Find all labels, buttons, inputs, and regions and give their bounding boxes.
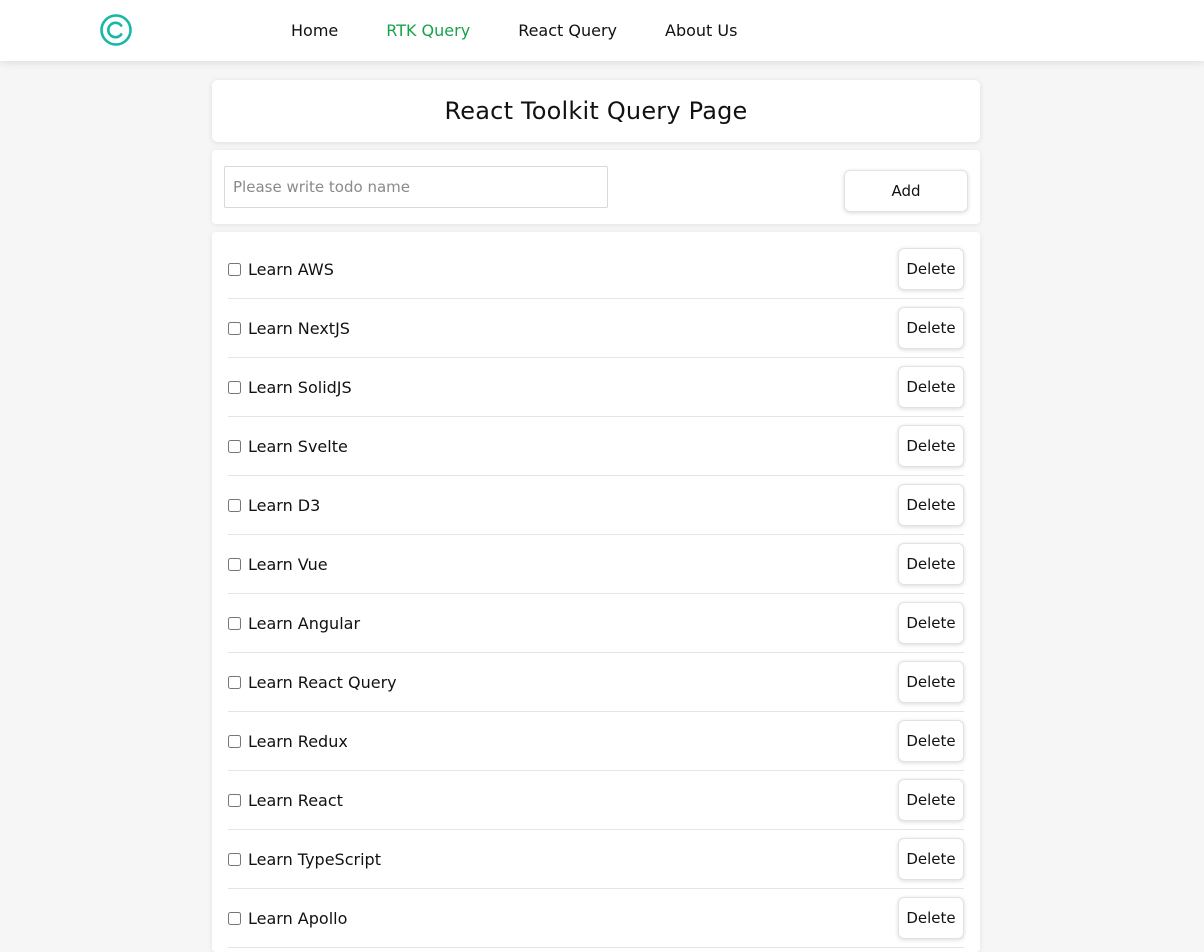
- delete-button[interactable]: Delete: [898, 484, 964, 526]
- todo-item: Learn Redux Delete: [228, 712, 964, 771]
- nav-link-rtk-query[interactable]: RTK Query: [386, 21, 470, 40]
- delete-button[interactable]: Delete: [898, 307, 964, 349]
- delete-button[interactable]: Delete: [898, 602, 964, 644]
- delete-button[interactable]: Delete: [898, 366, 964, 408]
- todo-checkbox[interactable]: [228, 439, 241, 453]
- todo-label: Learn SolidJS: [248, 377, 352, 397]
- copyright-icon[interactable]: [99, 13, 133, 47]
- todo-label: Learn D3: [248, 495, 321, 515]
- add-todo-form: Add: [212, 150, 980, 224]
- todo-label: Learn React: [248, 790, 343, 810]
- todo-checkbox[interactable]: [228, 734, 241, 748]
- todo-item: Learn SolidJS Delete: [228, 358, 964, 417]
- todo-label: Learn AWS: [248, 259, 334, 279]
- todo-item: Learn React Query Delete: [228, 653, 964, 712]
- todo-label: Learn Svelte: [248, 436, 348, 456]
- todo-checkbox[interactable]: [228, 262, 241, 276]
- todo-label: Learn React Query: [248, 672, 397, 692]
- delete-button[interactable]: Delete: [898, 838, 964, 880]
- todo-checkbox[interactable]: [228, 557, 241, 571]
- todo-label: Learn Redux: [248, 731, 348, 751]
- delete-button[interactable]: Delete: [898, 897, 964, 939]
- todo-list-card: Learn AWS Delete Learn NextJS Delete Learn S…: [212, 232, 980, 952]
- nav-link-react-query[interactable]: React Query: [518, 21, 617, 40]
- todo-checkbox[interactable]: [228, 675, 241, 689]
- todo-name-input[interactable]: [224, 166, 608, 208]
- todo-checkbox[interactable]: [228, 321, 241, 335]
- delete-button[interactable]: Delete: [898, 248, 964, 290]
- top-navbar: Home RTK Query React Query About Us: [0, 0, 1204, 61]
- todo-item: Learn Vue Delete: [228, 535, 964, 594]
- todo-checkbox[interactable]: [228, 498, 241, 512]
- delete-button[interactable]: Delete: [898, 661, 964, 703]
- todo-checkbox[interactable]: [228, 616, 241, 630]
- todo-item: Learn Angular Delete: [228, 594, 964, 653]
- todo-item: Learn TypeScript Delete: [228, 830, 964, 889]
- todo-label: Learn NextJS: [248, 318, 350, 338]
- todo-checkbox[interactable]: [228, 793, 241, 807]
- todo-item: Learn Svelte Delete: [228, 417, 964, 476]
- delete-button[interactable]: Delete: [898, 720, 964, 762]
- todo-item: Learn NextJS Delete: [228, 299, 964, 358]
- main-nav: Home RTK Query React Query About Us: [291, 0, 785, 61]
- page-title: React Toolkit Query Page: [444, 97, 748, 125]
- todo-list: Learn AWS Delete Learn NextJS Delete Learn S…: [228, 240, 964, 948]
- delete-button[interactable]: Delete: [898, 779, 964, 821]
- page-title-card: React Toolkit Query Page: [212, 80, 980, 142]
- add-button[interactable]: Add: [844, 170, 968, 212]
- delete-button[interactable]: Delete: [898, 425, 964, 467]
- todo-item: Learn Apollo Delete: [228, 889, 964, 948]
- delete-button[interactable]: Delete: [898, 543, 964, 585]
- todo-item: Learn React Delete: [228, 771, 964, 830]
- todo-label: Learn Vue: [248, 554, 328, 574]
- todo-label: Learn TypeScript: [248, 849, 381, 869]
- todo-item: Learn AWS Delete: [228, 240, 964, 299]
- nav-link-home[interactable]: Home: [291, 21, 338, 40]
- todo-label: Learn Angular: [248, 613, 361, 633]
- todo-checkbox[interactable]: [228, 911, 241, 925]
- nav-link-about-us[interactable]: About Us: [665, 21, 737, 40]
- todo-label: Learn Apollo: [248, 908, 348, 928]
- todo-checkbox[interactable]: [228, 380, 241, 394]
- todo-checkbox[interactable]: [228, 852, 241, 866]
- todo-item: Learn D3 Delete: [228, 476, 964, 535]
